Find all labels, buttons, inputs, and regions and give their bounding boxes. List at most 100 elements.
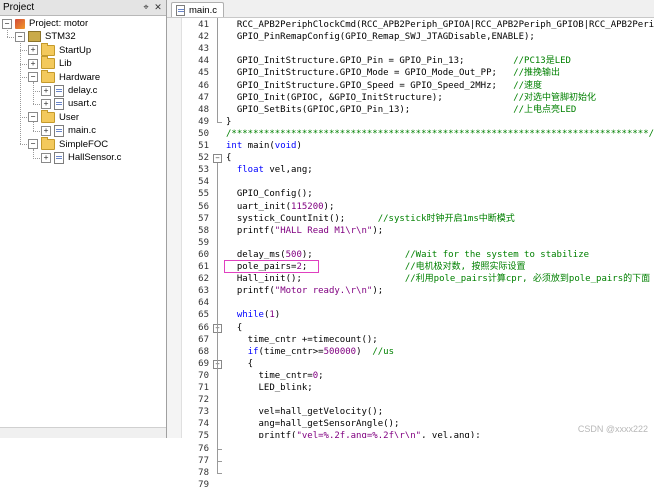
tree-connector <box>33 157 40 159</box>
tree-node-delay-c[interactable]: + delay.c <box>41 84 97 97</box>
code-line[interactable]: printf("HALL Read M1\r\n"); <box>226 225 383 237</box>
collapse-icon[interactable]: − <box>28 112 38 123</box>
code-line[interactable]: printf("Motor ready.\r\n"); <box>226 285 383 297</box>
line-number: 58 <box>198 225 209 236</box>
line-number: 51 <box>198 141 209 151</box>
code-line[interactable]: time_cntr +=timecount(); <box>226 334 378 346</box>
project-icon <box>15 18 25 29</box>
expand-icon[interactable]: + <box>28 58 38 69</box>
line-number: 73 <box>198 407 209 418</box>
line-number: 47 <box>198 92 209 103</box>
code-comment: //对选中管脚初始化 <box>513 92 597 103</box>
watermark: CSDN @xxxx222 <box>577 424 648 434</box>
code-line[interactable]: int main(void) <box>226 140 302 152</box>
code-line[interactable]: { <box>226 358 253 370</box>
code-line[interactable]: GPIO_PinRemapConfig(GPIO_Remap_SWJ_JTAGD… <box>226 31 535 43</box>
line-number: 52 <box>198 153 209 164</box>
line-number: 57 <box>198 213 209 224</box>
code-line[interactable]: ang=hall_getSensorAngle(); <box>226 418 400 430</box>
tree-connector <box>33 121 34 131</box>
code-line[interactable]: GPIO_InitStructure.GPIO_Speed = GPIO_Spe… <box>226 80 542 92</box>
breakpoint-margin[interactable] <box>167 18 182 438</box>
code-line[interactable]: time_cntr=0; <box>226 370 324 382</box>
line-number: 64 <box>198 298 209 309</box>
tree-node-hallsensor-c[interactable]: + HallSensor.c <box>41 151 121 164</box>
tree-node-usart-c[interactable]: + usart.c <box>41 97 97 110</box>
collapse-icon[interactable]: − <box>15 31 25 42</box>
line-number: 71 <box>198 383 209 393</box>
tree-node-label: Lib <box>59 58 72 70</box>
tree-node-label: delay.c <box>68 85 98 96</box>
code-line[interactable]: { <box>226 152 231 164</box>
line-number: 78 <box>198 467 209 478</box>
code-line[interactable]: GPIO_Config(); <box>226 188 313 200</box>
tree-node-main-c[interactable]: + main.c <box>41 124 96 137</box>
tree-node-user[interactable]: − User <box>28 109 79 124</box>
tree-node-simplefoc[interactable]: − SimpleFOC <box>28 136 108 151</box>
line-number: 77 <box>198 455 209 466</box>
code-comment: //速度 <box>513 80 543 91</box>
line-number: 63 <box>198 286 209 297</box>
collapse-icon[interactable]: − <box>2 18 12 29</box>
tree-node-stm32[interactable]: − STM32 <box>15 30 76 43</box>
line-number: 69 <box>198 358 209 369</box>
code-lines[interactable]: RCC_APB2PeriphClockCmd(RCC_APB2Periph_GP… <box>226 18 654 438</box>
tree-connector <box>20 117 27 119</box>
tree-node-hardware[interactable]: − Hardware <box>28 69 100 84</box>
code-line[interactable]: GPIO_InitStructure.GPIO_Pin = GPIO_Pin_1… <box>226 55 571 67</box>
line-number: 67 <box>198 334 209 345</box>
pin-icon[interactable]: ⌖ <box>140 1 152 13</box>
project-panel: Project ⌖ ✕ − Project: motor − STM32 + StartU… <box>0 0 167 438</box>
close-icon[interactable]: ✕ <box>152 1 164 13</box>
code-line[interactable]: printf("vel=%.2f,ang=%.2f\r\n", vel,ang)… <box>226 430 481 438</box>
line-number: 79 <box>198 479 209 490</box>
fold-end-marker <box>217 121 222 123</box>
folder-icon <box>41 109 55 123</box>
code-line[interactable]: while(1) <box>226 309 280 321</box>
code-line[interactable]: } <box>226 116 231 128</box>
collapse-icon[interactable]: − <box>28 139 38 150</box>
code-line[interactable]: { <box>226 322 242 334</box>
code-line[interactable]: vel=hall_getVelocity(); <box>226 406 384 418</box>
line-number: 49 <box>198 116 209 127</box>
c-file-icon <box>176 4 185 16</box>
line-number: 70 <box>198 370 209 381</box>
fold-guide <box>217 163 218 473</box>
collapse-icon[interactable]: − <box>28 72 38 83</box>
code-line[interactable]: Hall_init(); //利用pole_pairs计算cpr, 必须放到po… <box>226 273 650 285</box>
line-number: 53 <box>198 165 209 176</box>
line-number: 41 <box>198 20 209 30</box>
fold-toggle-icon[interactable]: − <box>213 154 222 164</box>
code-line[interactable]: GPIO_SetBits(GPIOC,GPIO_Pin_13); //上电点亮L… <box>226 104 576 116</box>
line-number: 42 <box>198 32 209 43</box>
expand-icon[interactable]: + <box>41 125 51 136</box>
tree-node-project-motor[interactable]: − Project: motor <box>2 17 88 30</box>
code-line[interactable]: GPIO_Init(GPIOC, &GPIO_InitStructure); /… <box>226 92 596 104</box>
code-area[interactable]: 41 42 43 44 45 46 47 48 49 50 51 52 53 54 55 56 57 58 59 60… <box>167 18 654 490</box>
tree-node-startup[interactable]: + StartUp <box>28 42 91 57</box>
expand-icon[interactable]: + <box>41 98 51 109</box>
code-line[interactable]: if(time_cntr>=500000) //us <box>226 346 394 358</box>
folder-icon <box>41 136 55 150</box>
code-line[interactable]: float vel,ang; <box>226 164 313 176</box>
fold-end-marker <box>217 460 222 462</box>
code-line[interactable]: uart_init(115200); <box>226 201 335 213</box>
code-line[interactable]: LED_blink; <box>226 382 313 394</box>
code-line[interactable]: /***************************************… <box>226 128 654 140</box>
line-number: 46 <box>198 80 209 91</box>
project-horizontal-scrollbar[interactable] <box>0 427 166 438</box>
expand-icon[interactable]: + <box>28 45 38 56</box>
line-number: 66 <box>198 322 209 333</box>
tree-connector <box>20 63 27 65</box>
expand-icon[interactable]: + <box>41 85 51 96</box>
tree-node-lib[interactable]: + Lib <box>28 56 72 70</box>
line-number: 61 <box>198 262 209 272</box>
tree-connector <box>20 41 21 145</box>
code-line[interactable]: systick_CountInit(); //systick时钟开启1ms中断模… <box>226 213 515 225</box>
expand-icon[interactable]: + <box>41 152 51 163</box>
code-comment: /***************************************… <box>226 128 654 139</box>
code-line[interactable]: GPIO_InitStructure.GPIO_Mode = GPIO_Mode… <box>226 67 560 79</box>
tab-main-c[interactable]: main.c <box>171 2 224 17</box>
code-line[interactable]: RCC_APB2PeriphClockCmd(RCC_APB2Periph_GP… <box>226 19 654 31</box>
line-number: 56 <box>198 201 209 212</box>
